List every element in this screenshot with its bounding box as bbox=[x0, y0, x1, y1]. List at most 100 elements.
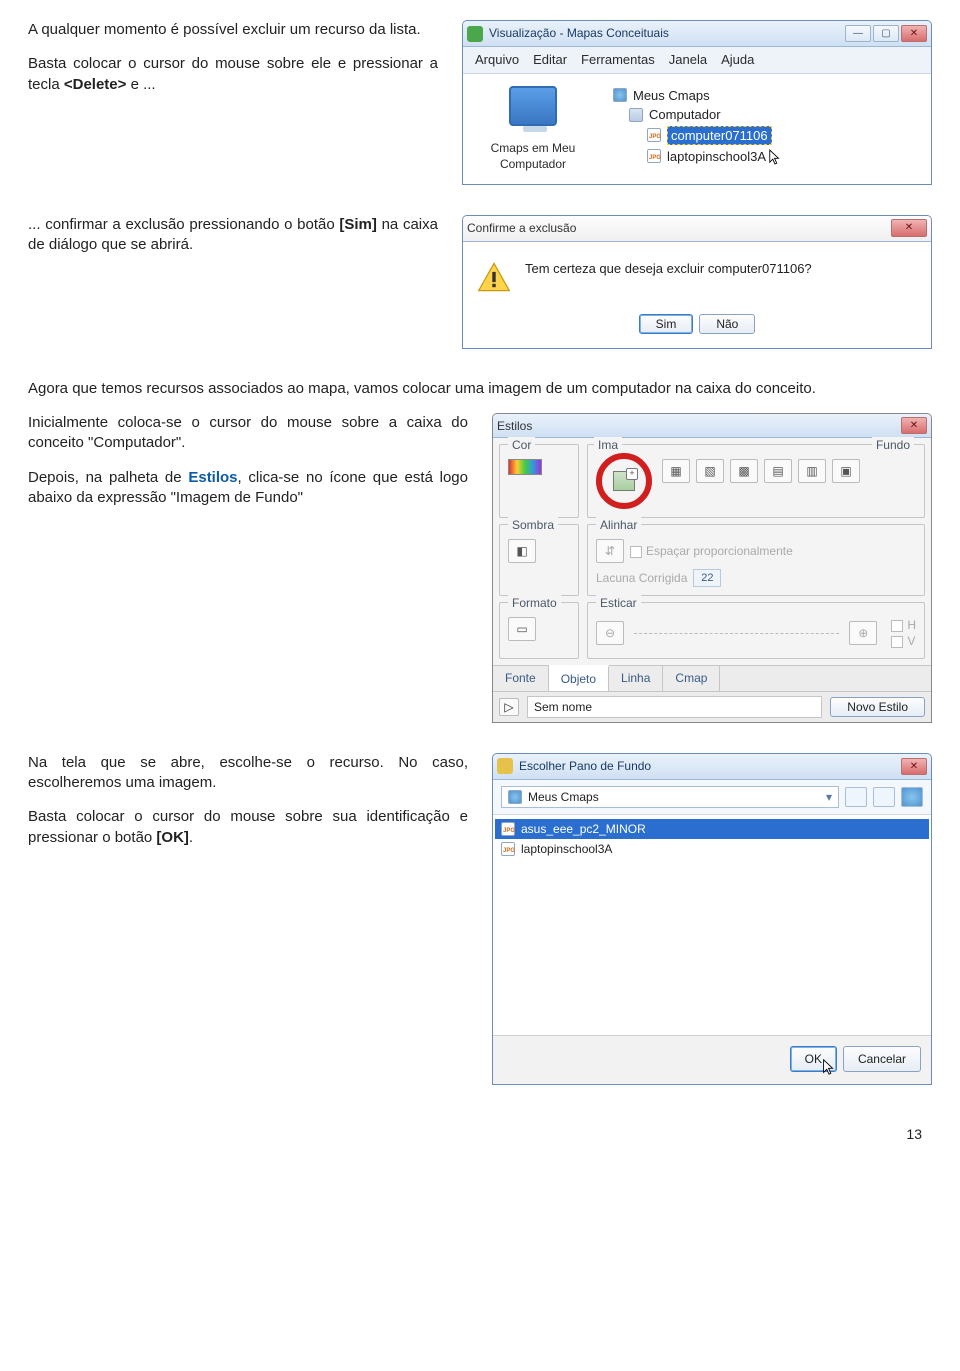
text: Depois, na palheta de bbox=[28, 469, 188, 486]
menu-janela[interactable]: Janela bbox=[669, 51, 707, 69]
close-button[interactable]: ✕ bbox=[901, 25, 927, 42]
text: . bbox=[189, 829, 193, 846]
cmaps-local-icon[interactable]: Cmaps em Meu Computador bbox=[473, 86, 593, 172]
color-picker-icon[interactable] bbox=[508, 459, 542, 475]
menu-bar: Arquivo Editar Ferramentas Janela Ajuda bbox=[463, 47, 931, 74]
location-combo[interactable]: Meus Cmaps ▾ bbox=[501, 786, 839, 808]
style-name-field[interactable]: Sem nome bbox=[527, 696, 822, 718]
file-name: laptopinschool3A bbox=[521, 841, 612, 857]
paragraph: Basta colocar o cursor do mouse sobre su… bbox=[28, 807, 468, 848]
text: Basta colocar o cursor do mouse sobre su… bbox=[28, 808, 468, 845]
bg-option-icon[interactable]: ▤ bbox=[764, 459, 792, 483]
resource-tree: Meus Cmaps Computador computer071106 lap… bbox=[611, 86, 784, 172]
bg-option-icon[interactable]: ▩ bbox=[730, 459, 758, 483]
v-label: V bbox=[907, 634, 915, 648]
group-formato-label: Formato bbox=[508, 595, 561, 611]
monitor-icon bbox=[509, 86, 557, 126]
desktop-label: Cmaps em Meu Computador bbox=[473, 140, 593, 172]
h-label: H bbox=[907, 618, 916, 632]
tree-node-selected[interactable]: computer071106 bbox=[645, 125, 784, 147]
menu-ajuda[interactable]: Ajuda bbox=[721, 51, 754, 69]
v-checkbox[interactable] bbox=[891, 636, 903, 648]
dialog-title: Escolher Pano de Fundo bbox=[519, 758, 895, 774]
h-checkbox[interactable] bbox=[891, 620, 903, 632]
paragraph: ... confirmar a exclusão pressionando o … bbox=[28, 215, 438, 256]
cmaps-root-icon bbox=[613, 88, 627, 102]
group-imagem-label: Ima bbox=[594, 437, 622, 453]
menu-editar[interactable]: Editar bbox=[533, 51, 567, 69]
home-icon[interactable] bbox=[873, 787, 895, 807]
chooser-app-icon bbox=[497, 758, 513, 774]
espacar-checkbox[interactable] bbox=[630, 546, 642, 558]
paragraph: A qualquer momento é possível excluir um… bbox=[28, 20, 438, 40]
bg-option-icon[interactable]: ▦ bbox=[662, 459, 690, 483]
node-icon bbox=[629, 108, 643, 122]
shadow-icon[interactable]: ◧ bbox=[508, 539, 536, 563]
group-esticar-label: Esticar bbox=[596, 595, 641, 611]
titlebar: Visualização - Mapas Conceituais — ▢ ✕ bbox=[463, 21, 931, 47]
espacar-label: Espaçar proporcionalmente bbox=[646, 544, 793, 558]
tree-label: Computador bbox=[649, 106, 721, 124]
novo-estilo-button[interactable]: Novo Estilo bbox=[830, 697, 925, 717]
tab-fonte[interactable]: Fonte bbox=[493, 666, 549, 691]
set-background-image-icon[interactable] bbox=[613, 471, 635, 491]
file-list: asus_eee_pc2_MINOR laptopinschool3A bbox=[493, 815, 931, 1035]
jpg-icon bbox=[647, 128, 661, 142]
play-icon[interactable]: ▷ bbox=[499, 698, 519, 716]
sim-button[interactable]: Sim bbox=[639, 314, 694, 334]
minimize-button[interactable]: — bbox=[845, 25, 871, 42]
file-row[interactable]: laptopinschool3A bbox=[495, 839, 929, 859]
combo-text: Meus Cmaps bbox=[528, 789, 599, 805]
group-fundo-label: Fundo bbox=[872, 437, 914, 453]
confirm-dialog: Confirme a exclusão ✕ Tem certeza que de… bbox=[462, 215, 932, 349]
stretch-plus-icon[interactable]: ⊕ bbox=[849, 621, 877, 645]
up-folder-icon[interactable] bbox=[845, 787, 867, 807]
tab-objeto[interactable]: Objeto bbox=[549, 665, 609, 691]
file-row-selected[interactable]: asus_eee_pc2_MINOR bbox=[495, 819, 929, 839]
cancelar-button[interactable]: Cancelar bbox=[843, 1046, 921, 1072]
align-icon[interactable]: ⇵ bbox=[596, 539, 624, 563]
key-delete: <Delete> bbox=[64, 76, 127, 93]
file-chooser-dialog: Escolher Pano de Fundo ✕ Meus Cmaps ▾ as… bbox=[492, 753, 932, 1085]
mouse-cursor-icon bbox=[768, 147, 782, 166]
tab-linha[interactable]: Linha bbox=[609, 666, 663, 691]
estilos-palette: Estilos ✕ Cor Ima Fundo bbox=[492, 413, 932, 723]
group-alinhar-label: Alinhar bbox=[596, 517, 641, 533]
tree-node-laptop[interactable]: laptopinschool3A bbox=[645, 146, 784, 167]
maximize-button[interactable]: ▢ bbox=[873, 25, 899, 42]
cmap-app-icon bbox=[467, 26, 483, 42]
lacuna-label: Lacuna Corrigida bbox=[596, 570, 687, 586]
nao-button[interactable]: Não bbox=[699, 314, 755, 334]
highlight-circle bbox=[596, 453, 652, 509]
lacuna-value[interactable]: 22 bbox=[693, 569, 721, 587]
tree-root[interactable]: Meus Cmaps bbox=[611, 86, 784, 106]
window-visualizacao: Visualização - Mapas Conceituais — ▢ ✕ A… bbox=[462, 20, 932, 185]
titlebar: Estilos ✕ bbox=[493, 414, 931, 438]
close-button[interactable]: ✕ bbox=[901, 758, 927, 775]
jpg-icon bbox=[647, 149, 661, 163]
paragraph: Basta colocar o cursor do mouse sobre el… bbox=[28, 54, 438, 95]
titlebar: Escolher Pano de Fundo ✕ bbox=[493, 754, 931, 780]
menu-arquivo[interactable]: Arquivo bbox=[475, 51, 519, 69]
paragraph: Agora que temos recursos associados ao m… bbox=[28, 379, 932, 399]
close-button[interactable]: ✕ bbox=[901, 417, 927, 434]
shape-icon[interactable]: ▭ bbox=[508, 617, 536, 641]
tab-bar: Fonte Objeto Linha Cmap bbox=[493, 665, 931, 691]
text: e ... bbox=[126, 76, 155, 93]
warning-icon bbox=[477, 260, 511, 294]
close-button[interactable]: ✕ bbox=[891, 219, 927, 237]
stretch-minus-icon[interactable]: ⊖ bbox=[596, 621, 624, 645]
bg-option-icon[interactable]: ▥ bbox=[798, 459, 826, 483]
chevron-down-icon: ▾ bbox=[826, 789, 832, 805]
bg-option-icon[interactable]: ▣ bbox=[832, 459, 860, 483]
dialog-title: Confirme a exclusão bbox=[467, 220, 885, 236]
menu-ferramentas[interactable]: Ferramentas bbox=[581, 51, 655, 69]
bg-option-icon[interactable]: ▧ bbox=[696, 459, 724, 483]
globe-icon[interactable] bbox=[901, 787, 923, 807]
group-sombra-label: Sombra bbox=[508, 517, 558, 533]
tree-node-computador[interactable]: Computador bbox=[627, 105, 784, 125]
button-ref-sim: [Sim] bbox=[339, 216, 377, 233]
tab-cmap[interactable]: Cmap bbox=[663, 666, 720, 691]
paragraph: Depois, na palheta de Estilos, clica-se … bbox=[28, 468, 468, 509]
mouse-cursor-icon bbox=[821, 1058, 837, 1080]
